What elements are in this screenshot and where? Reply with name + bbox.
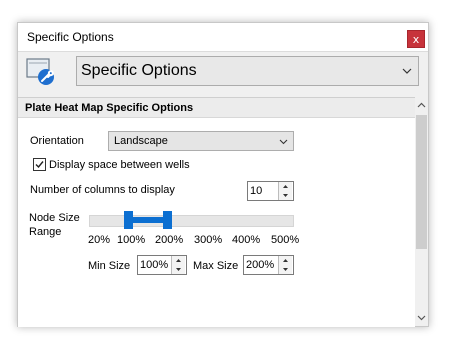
columns-stepper[interactable]: 10 — [247, 181, 294, 201]
wrench-settings-icon — [26, 58, 54, 85]
node-size-label-line1: Node Size — [29, 212, 80, 224]
max-size-stepper-buttons — [278, 256, 293, 274]
max-size-decrement-button[interactable] — [279, 265, 292, 274]
title-bar[interactable]: Specific Options x — [18, 23, 428, 51]
min-size-stepper[interactable]: 100% — [137, 255, 187, 275]
title-separator — [18, 51, 428, 52]
slider-tick-label: 100% — [117, 234, 146, 246]
scroll-up-icon[interactable] — [417, 101, 426, 110]
node-size-max-handle[interactable] — [162, 211, 172, 229]
orientation-label: Orientation — [30, 135, 84, 147]
min-size-label: Min Size — [88, 260, 131, 272]
caret-up-icon — [283, 259, 288, 262]
options-selector-value: Specific Options — [81, 62, 197, 79]
close-button[interactable]: x — [407, 30, 425, 48]
checkmark-icon — [35, 161, 44, 169]
scroll-down-icon[interactable] — [417, 313, 426, 322]
chevron-down-icon — [279, 139, 288, 145]
caret-down-icon — [283, 268, 288, 271]
columns-decrement-button[interactable] — [279, 191, 292, 200]
orientation-dropdown[interactable]: Landscape — [108, 131, 294, 151]
slider-tick-label: 400% — [232, 234, 261, 246]
options-selector[interactable]: Specific Options — [76, 56, 419, 86]
columns-stepper-buttons — [278, 182, 293, 200]
orientation-value: Landscape — [114, 135, 168, 147]
node-size-slider-range — [128, 217, 167, 223]
scrollbar-thumb[interactable] — [416, 115, 427, 249]
display-space-checkbox[interactable] — [33, 158, 46, 171]
slider-tick-label: 300% — [194, 234, 223, 246]
vertical-scrollbar[interactable] — [415, 97, 428, 326]
chevron-down-icon — [402, 68, 412, 74]
columns-value: 10 — [250, 185, 263, 197]
caret-down-icon — [283, 194, 288, 197]
display-space-label: Display space between wells — [49, 159, 190, 171]
node-size-min-handle[interactable] — [123, 211, 133, 229]
min-size-stepper-buttons — [171, 256, 186, 274]
max-size-stepper[interactable]: 200% — [243, 255, 294, 275]
min-size-value: 100% — [140, 259, 169, 271]
panel-header-title: Plate Heat Map Specific Options — [25, 102, 194, 114]
caret-up-icon — [283, 185, 288, 188]
slider-tick-label: 20% — [88, 234, 111, 246]
specific-options-window: Specific Options x Specific Options Plat… — [17, 22, 429, 327]
caret-up-icon — [176, 259, 181, 262]
columns-label: Number of columns to display — [30, 184, 175, 196]
max-size-label: Max Size — [193, 260, 239, 272]
slider-tick-label: 200% — [155, 234, 184, 246]
max-size-value: 200% — [246, 259, 275, 271]
panel-header: Plate Heat Map Specific Options — [18, 98, 415, 118]
slider-tick-label: 500% — [271, 234, 300, 246]
window-title: Specific Options — [27, 30, 114, 44]
node-size-label-line2: Range — [29, 226, 62, 238]
min-size-decrement-button[interactable] — [172, 265, 185, 274]
node-size-slider-track[interactable] — [89, 215, 294, 227]
caret-down-icon — [176, 268, 181, 271]
